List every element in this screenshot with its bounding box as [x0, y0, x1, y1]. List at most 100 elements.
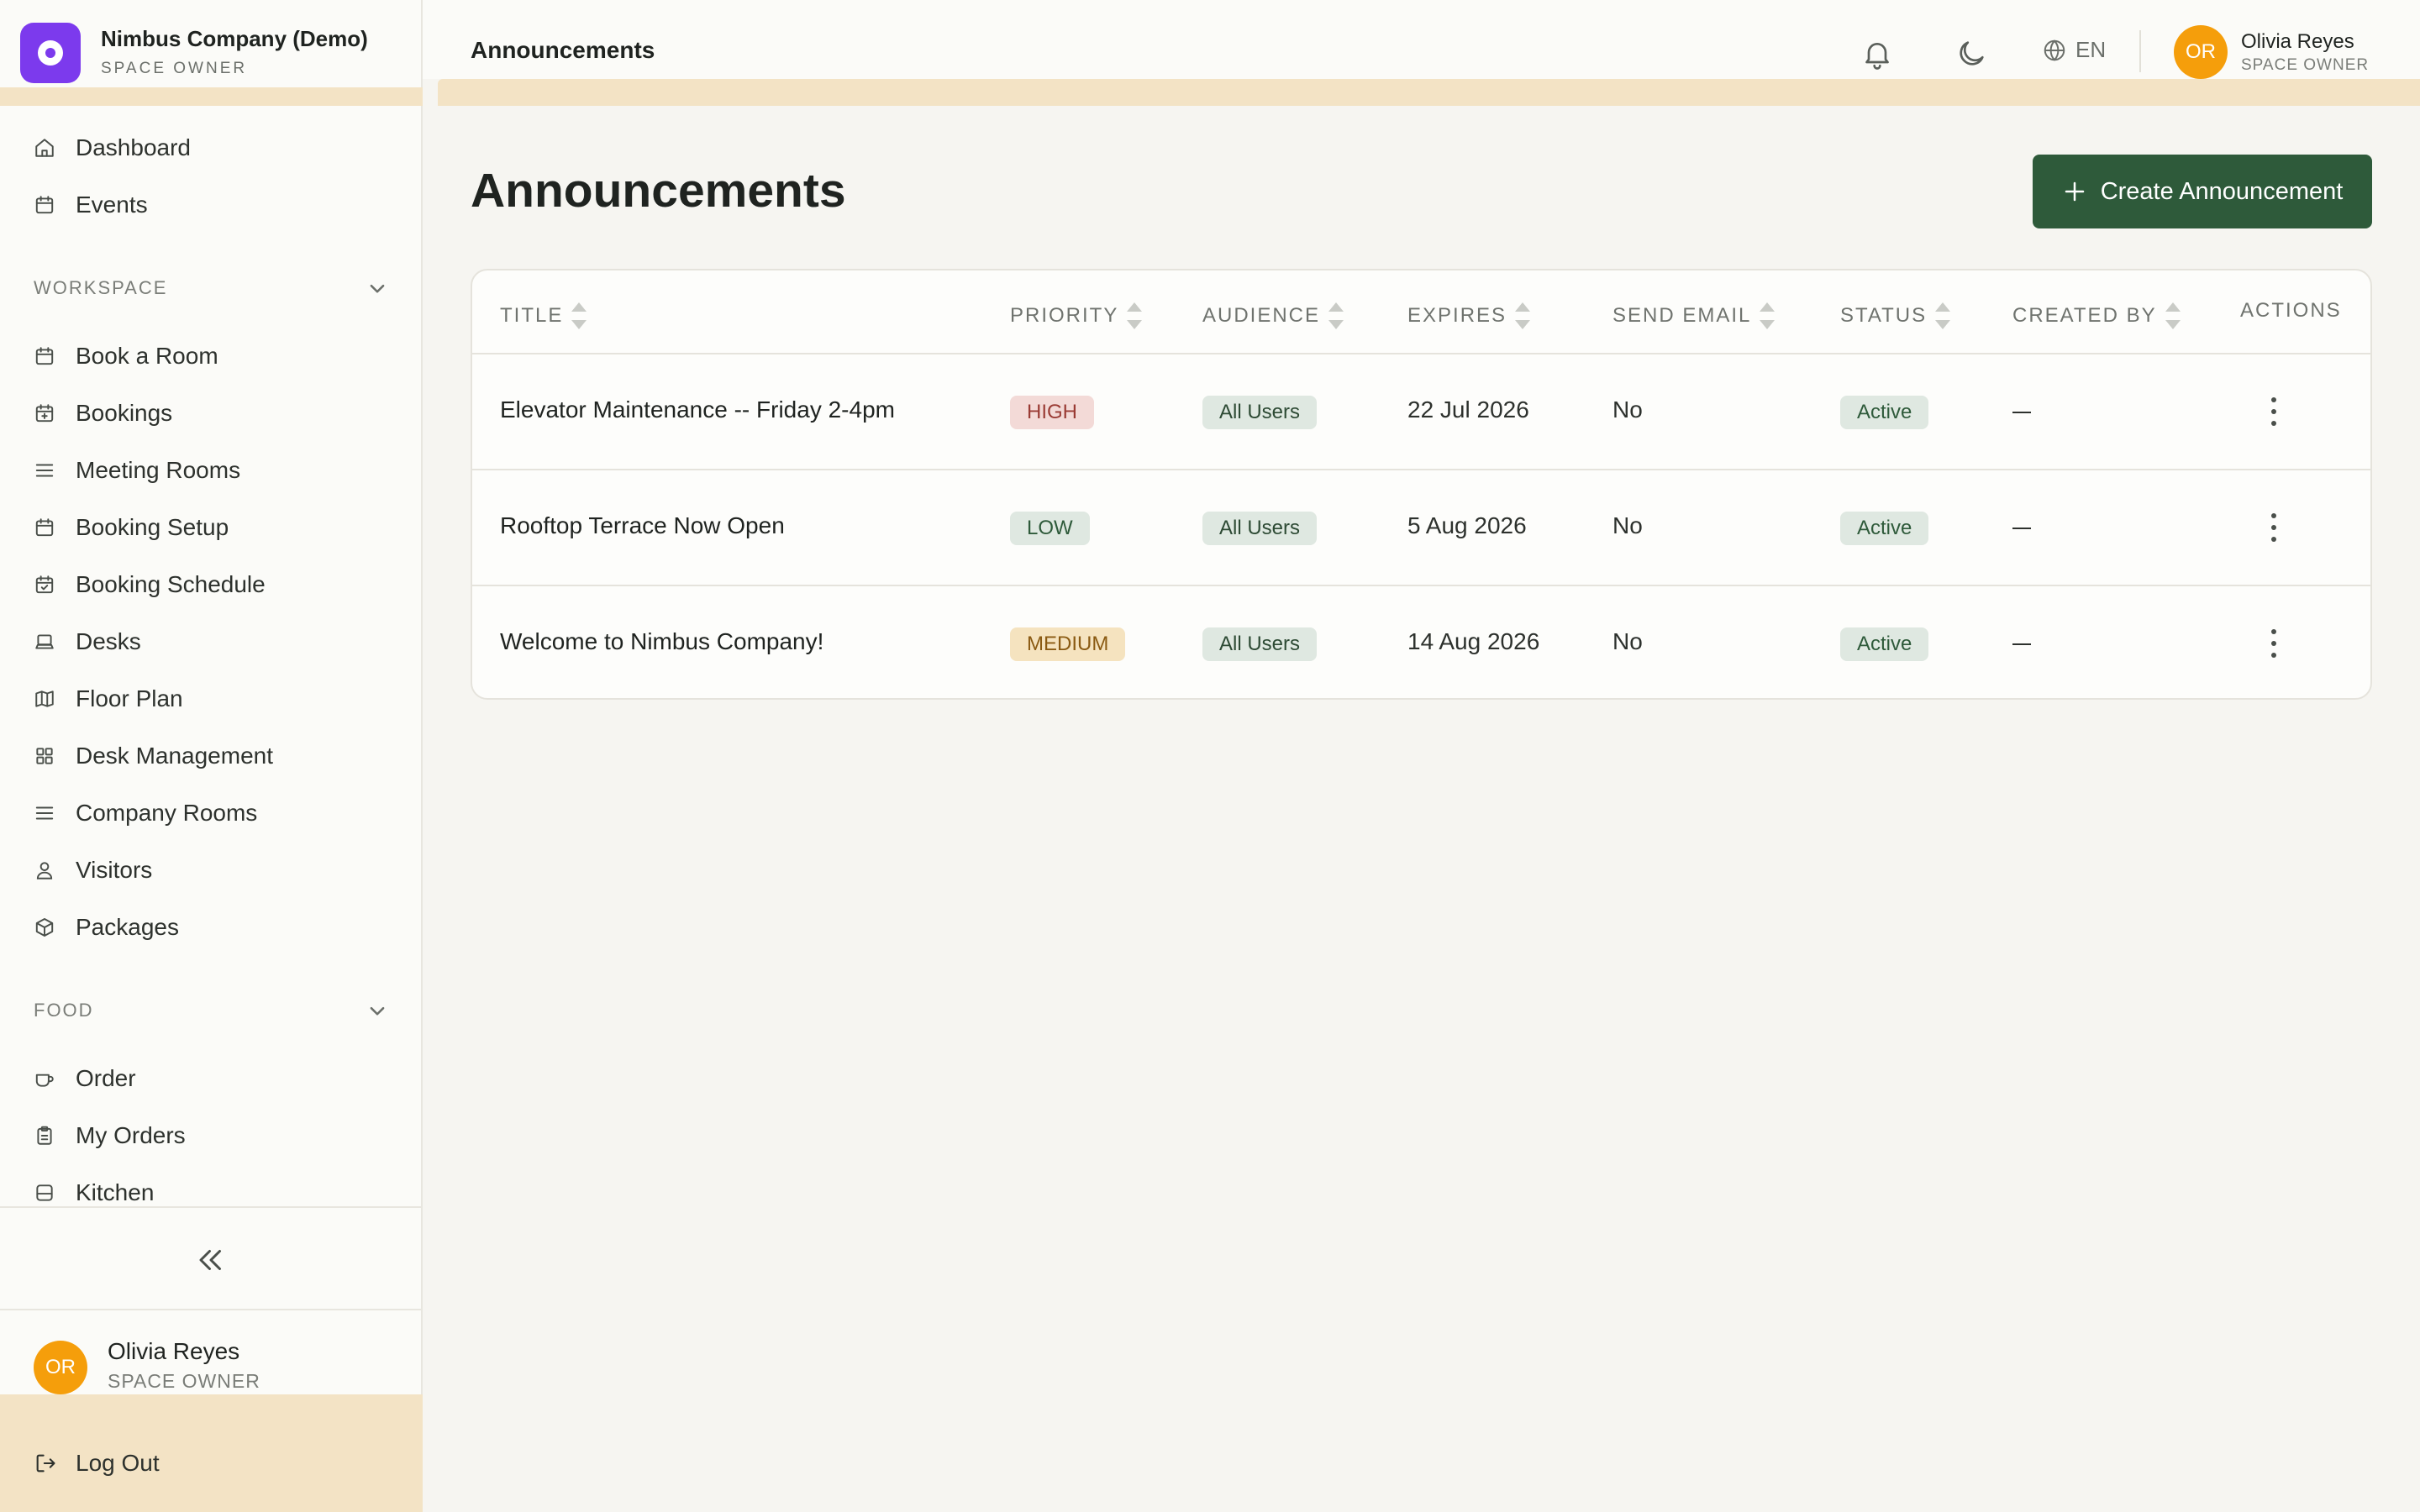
expires-date: 5 Aug 2026 [1407, 512, 1527, 538]
sidebar-item-bookings[interactable]: Bookings [34, 395, 172, 432]
sidebar-item-events[interactable]: Events [34, 186, 148, 223]
sort-icon [1127, 302, 1143, 329]
priority-badge: MEDIUM [1010, 627, 1126, 661]
column-header-status[interactable]: STATUS [1840, 299, 1952, 333]
announcements-table: TITLE PRIORITY AUDIENCE EXPIRES SEND EMA… [471, 269, 2372, 700]
sidebar-item-label: Bookings [76, 400, 173, 426]
column-header-label: EXPIRES [1407, 304, 1507, 327]
sidebar-item-label: Events [76, 192, 148, 218]
column-header-actions: ACTIONS [2240, 299, 2342, 323]
section-label-food: FOOD [34, 1000, 94, 1021]
expires-date: 14 Aug 2026 [1407, 628, 1540, 654]
sidebar-item-label: My Orders [76, 1122, 186, 1148]
logout-area: Log Out [0, 1394, 423, 1512]
language-selector[interactable]: EN [2042, 37, 2106, 63]
sidebar-item-order[interactable]: Order [34, 1060, 136, 1097]
moon-icon[interactable] [1954, 37, 1988, 71]
sidebar-item-company-rooms[interactable]: Company Rooms [34, 795, 257, 832]
column-header-label: STATUS [1840, 304, 1928, 327]
sidebar-item-visitors[interactable]: Visitors [34, 852, 152, 889]
column-header-label: SEND EMAIL [1612, 304, 1752, 327]
sidebar-user[interactable]: OR Olivia Reyes SPACE OWNER [0, 1310, 423, 1394]
audience-badge: All Users [1202, 512, 1318, 545]
bell-icon[interactable] [1860, 37, 1894, 71]
status-badge: Active [1840, 512, 1929, 545]
sidebar: Nimbus Company (Demo) SPACE OWNER Dashbo… [0, 0, 423, 1512]
sidebar-item-desk-management[interactable]: Desk Management [34, 738, 273, 774]
calendar-icon [35, 196, 54, 214]
sidebar-item-label: Company Rooms [76, 800, 258, 826]
language-label: EN [2075, 37, 2107, 62]
sidebar-item-label: Book a Room [76, 343, 218, 369]
calendar-plus-icon [35, 404, 54, 423]
sidebar-item-label: Booking Setup [76, 514, 229, 540]
more-options-icon[interactable] [2265, 393, 2282, 430]
sidebar-item-label: Dashboard [76, 134, 191, 160]
brand-header[interactable]: Nimbus Company (Demo) SPACE OWNER [0, 0, 423, 87]
announcement-title[interactable]: Welcome to Nimbus Company! [500, 628, 823, 655]
list-icon [35, 464, 54, 477]
create-announcement-button[interactable]: Create Announcement [2033, 155, 2372, 228]
column-header-expires[interactable]: EXPIRES [1407, 299, 1532, 333]
avatar: OR [2174, 25, 2228, 79]
table-row[interactable]: Rooftop Terrace Now Open LOW All Users 5… [472, 470, 2370, 586]
globe-icon [2044, 39, 2065, 61]
column-header-send-email[interactable]: SEND EMAIL [1612, 299, 1776, 333]
column-header-priority[interactable]: PRIORITY [1010, 299, 1144, 333]
sidebar-item-label: Order [76, 1065, 136, 1091]
table-row[interactable]: Elevator Maintenance -- Friday 2-4pm HIG… [472, 354, 2370, 470]
logout-button[interactable]: Log Out [34, 1450, 160, 1477]
send-email-value: No [1612, 512, 1643, 538]
user-name: Olivia Reyes [108, 1338, 240, 1364]
logout-label: Log Out [76, 1450, 160, 1476]
chevron-down-icon[interactable] [363, 996, 392, 1025]
package-icon [35, 918, 54, 937]
collapse-sidebar-icon[interactable] [190, 1245, 232, 1275]
send-email-value: No [1612, 628, 1643, 654]
column-header-label: AUDIENCE [1202, 304, 1321, 327]
sidebar-item-desks[interactable]: Desks [34, 623, 141, 660]
brand-name: Nimbus Company (Demo) [101, 26, 368, 51]
avatar: OR [34, 1341, 87, 1394]
sidebar-item-label: Packages [76, 914, 179, 940]
announcement-title[interactable]: Elevator Maintenance -- Friday 2-4pm [500, 396, 895, 423]
logout-icon [36, 1454, 55, 1473]
sidebar-item-packages[interactable]: Packages [34, 909, 179, 946]
column-header-title[interactable]: TITLE [500, 299, 588, 333]
sidebar-item-booking-setup[interactable]: Booking Setup [34, 509, 229, 546]
chevron-down-icon[interactable] [363, 274, 392, 302]
sort-icon [2165, 302, 2181, 329]
create-button-label: Create Announcement [2100, 177, 2344, 205]
column-header-audience[interactable]: AUDIENCE [1202, 299, 1345, 333]
user-name: Olivia Reyes [2241, 30, 2354, 53]
user-icon [36, 862, 53, 879]
map-icon [35, 690, 54, 707]
calendar-icon [35, 518, 54, 537]
cup-icon [35, 1074, 54, 1087]
priority-badge: HIGH [1010, 396, 1094, 429]
sidebar-item-book-a-room[interactable]: Book a Room [34, 338, 218, 375]
sidebar-item-label: Kitchen [76, 1179, 155, 1205]
sidebar-item-dashboard[interactable]: Dashboard [34, 129, 191, 166]
sidebar-item-floor-plan[interactable]: Floor Plan [34, 680, 183, 717]
calendar-icon [35, 347, 54, 365]
priority-badge: LOW [1010, 512, 1090, 545]
top-bar: Announcements [423, 0, 2420, 79]
sidebar-item-meeting-rooms[interactable]: Meeting Rooms [34, 452, 240, 489]
created-by-empty [2012, 528, 2031, 529]
clipboard-icon [37, 1126, 52, 1145]
more-options-icon[interactable] [2265, 625, 2282, 662]
created-by-empty [2012, 643, 2031, 645]
sidebar-item-booking-schedule[interactable]: Booking Schedule [34, 566, 266, 603]
column-header-label: TITLE [500, 304, 564, 327]
sidebar-item-my-orders[interactable]: My Orders [34, 1117, 186, 1154]
announcement-title[interactable]: Rooftop Terrace Now Open [500, 512, 785, 539]
table-row[interactable]: Welcome to Nimbus Company! MEDIUM All Us… [472, 586, 2370, 698]
sort-icon [1935, 302, 1951, 329]
more-options-icon[interactable] [2265, 509, 2282, 546]
brand-strip [0, 87, 423, 106]
sort-icon [1515, 302, 1531, 329]
column-header-label: ACTIONS [2240, 299, 2342, 322]
column-header-created-by[interactable]: CREATED BY [2012, 299, 2182, 333]
send-email-value: No [1612, 396, 1643, 423]
